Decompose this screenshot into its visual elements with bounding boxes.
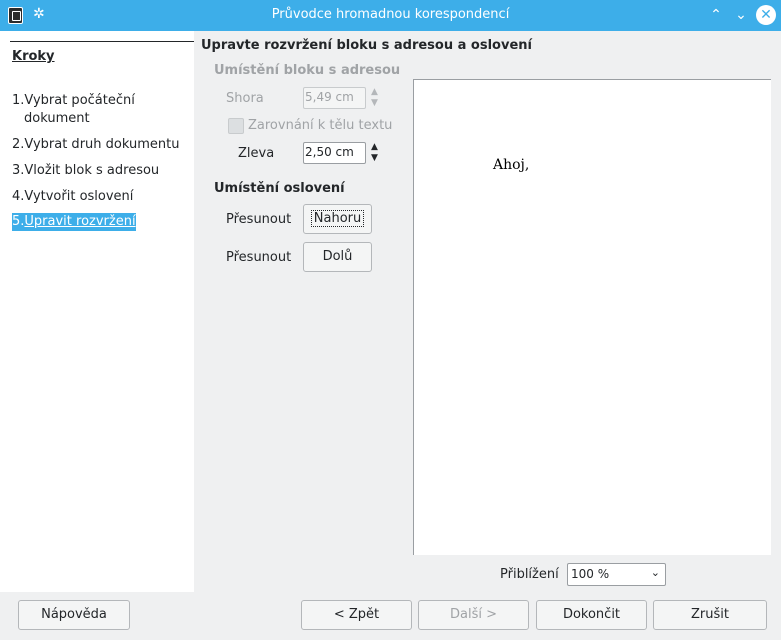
salutation-section-title: Umístění oslovení: [214, 181, 345, 196]
step-item-3[interactable]: 3.Vložit blok s adresou: [12, 162, 159, 180]
spin-down-icon[interactable]: ▼: [368, 153, 381, 164]
move-down-button[interactable]: Dolů: [303, 242, 372, 272]
top-spin-arrows[interactable]: ▲ ▼: [368, 87, 381, 109]
steps-panel: Kroky 1.Vybrat počáteční dokument 2.Vybr…: [0, 31, 194, 592]
finish-button[interactable]: Dokončit: [536, 600, 647, 630]
zoom-select[interactable]: 100 % ⌄: [567, 563, 666, 586]
zoom-value: 100 %: [571, 567, 610, 581]
move-label-down: Přesunout: [226, 250, 292, 265]
left-value-field[interactable]: 2,50 cm: [303, 142, 366, 164]
spin-down-icon[interactable]: ▼: [368, 98, 381, 109]
preview-greeting: Ahoj,: [493, 157, 530, 173]
spin-up-icon[interactable]: ▲: [368, 142, 381, 153]
top-spinbox[interactable]: 5,49 cm ▲ ▼: [303, 87, 381, 109]
layout-preview[interactable]: Ahoj,: [413, 79, 771, 555]
keep-above-icon[interactable]: ⌃: [706, 5, 726, 25]
align-checkbox[interactable]: [228, 118, 244, 134]
move-up-button[interactable]: Nahoru: [303, 204, 372, 234]
step-item-2[interactable]: 2.Vybrat druh dokumentu: [12, 136, 179, 154]
move-label-up: Přesunout: [226, 212, 292, 227]
step-item-4[interactable]: 4.Vytvořit oslovení: [12, 188, 133, 206]
cancel-button[interactable]: Zrušit: [653, 600, 767, 630]
minimize-icon[interactable]: ⌄: [731, 5, 751, 25]
top-value-field[interactable]: 5,49 cm: [303, 87, 366, 109]
steps-divider: [10, 41, 194, 42]
steps-heading: Kroky: [12, 49, 55, 64]
address-section-title: Umístění bloku s adresou: [214, 63, 401, 78]
next-button[interactable]: Další >: [418, 600, 529, 630]
window-title: Průvodce hromadnou korespondencí: [271, 7, 510, 22]
zoom-label: Přiblížení: [500, 567, 559, 582]
left-spinbox[interactable]: 2,50 cm ▲ ▼: [303, 142, 381, 164]
chevron-down-icon: ⌄: [650, 566, 660, 579]
left-spin-arrows[interactable]: ▲ ▼: [368, 142, 381, 164]
title-bar: ✲ Průvodce hromadnou korespondencí ⌃ ⌄ ✕: [0, 0, 781, 31]
align-label: Zarovnání k tělu textu: [248, 118, 393, 133]
top-label: Shora: [226, 91, 264, 106]
left-label: Zleva: [238, 146, 275, 161]
spin-up-icon[interactable]: ▲: [368, 87, 381, 98]
step-item-5[interactable]: 5.Upravit rozvržení: [12, 213, 136, 231]
page-title: Upravte rozvržení bloku s adresou a oslo…: [201, 38, 532, 53]
back-button[interactable]: < Zpět: [301, 600, 412, 630]
step-item-1[interactable]: 1.Vybrat počáteční dokument: [12, 92, 135, 128]
close-icon[interactable]: ✕: [756, 5, 776, 25]
help-button[interactable]: Nápověda: [18, 600, 130, 630]
